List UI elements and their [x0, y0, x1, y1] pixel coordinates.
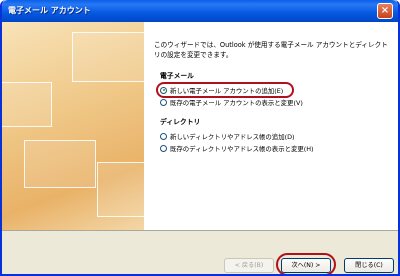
- button-bar: < 戻る(B) 次へ(N) > 閉じる(C): [2, 230, 398, 274]
- close-window-button[interactable]: ×: [377, 3, 393, 19]
- directory-section-label: ディレクトリ: [160, 118, 201, 126]
- envelope-icon: [24, 140, 96, 188]
- envelope-icon: [72, 32, 144, 82]
- wizard-side-illustration: [2, 22, 144, 230]
- radio-icon[interactable]: [160, 144, 167, 152]
- option-label: 既存の電子メール アカウントの表示と変更(V): [170, 98, 303, 107]
- radio-view-email-accounts[interactable]: 既存の電子メール アカウントの表示と変更(V): [160, 97, 303, 107]
- wizard-content: このウィザードでは、Outlook が使用する電子メール アカウントとディレクト…: [144, 22, 398, 230]
- option-label: 新しい電子メール アカウントの追加(E): [170, 86, 284, 95]
- radio-add-email-account[interactable]: 新しい電子メール アカウントの追加(E): [160, 85, 283, 95]
- option-label: 新しいディレクトリやアドレス帳の追加(D): [170, 132, 295, 141]
- email-section-label: 電子メール: [160, 72, 194, 80]
- radio-icon[interactable]: [160, 132, 167, 140]
- envelope-icon: [2, 82, 52, 127]
- next-button[interactable]: 次へ(N) >: [281, 258, 331, 273]
- envelope-icon: [97, 162, 144, 217]
- window-title: 電子メール アカウント: [8, 6, 91, 15]
- email-accounts-dialog: 電子メール アカウント × このウィザードでは、Outlook が使用する電子メ…: [0, 0, 400, 276]
- option-label: 既存のディレクトリやアドレス帳の表示と変更(H): [170, 144, 314, 153]
- intro-text: このウィザードでは、Outlook が使用する電子メール アカウントとディレクト…: [154, 41, 388, 59]
- radio-view-directory[interactable]: 既存のディレクトリやアドレス帳の表示と変更(H): [160, 143, 314, 153]
- close-button[interactable]: 閉じる(C): [344, 258, 394, 273]
- radio-checked-icon[interactable]: [160, 86, 167, 94]
- title-bar: 電子メール アカウント ×: [2, 0, 398, 22]
- radio-add-directory[interactable]: 新しいディレクトリやアドレス帳の追加(D): [160, 131, 295, 141]
- radio-icon[interactable]: [160, 98, 167, 106]
- back-button[interactable]: < 戻る(B): [224, 258, 274, 273]
